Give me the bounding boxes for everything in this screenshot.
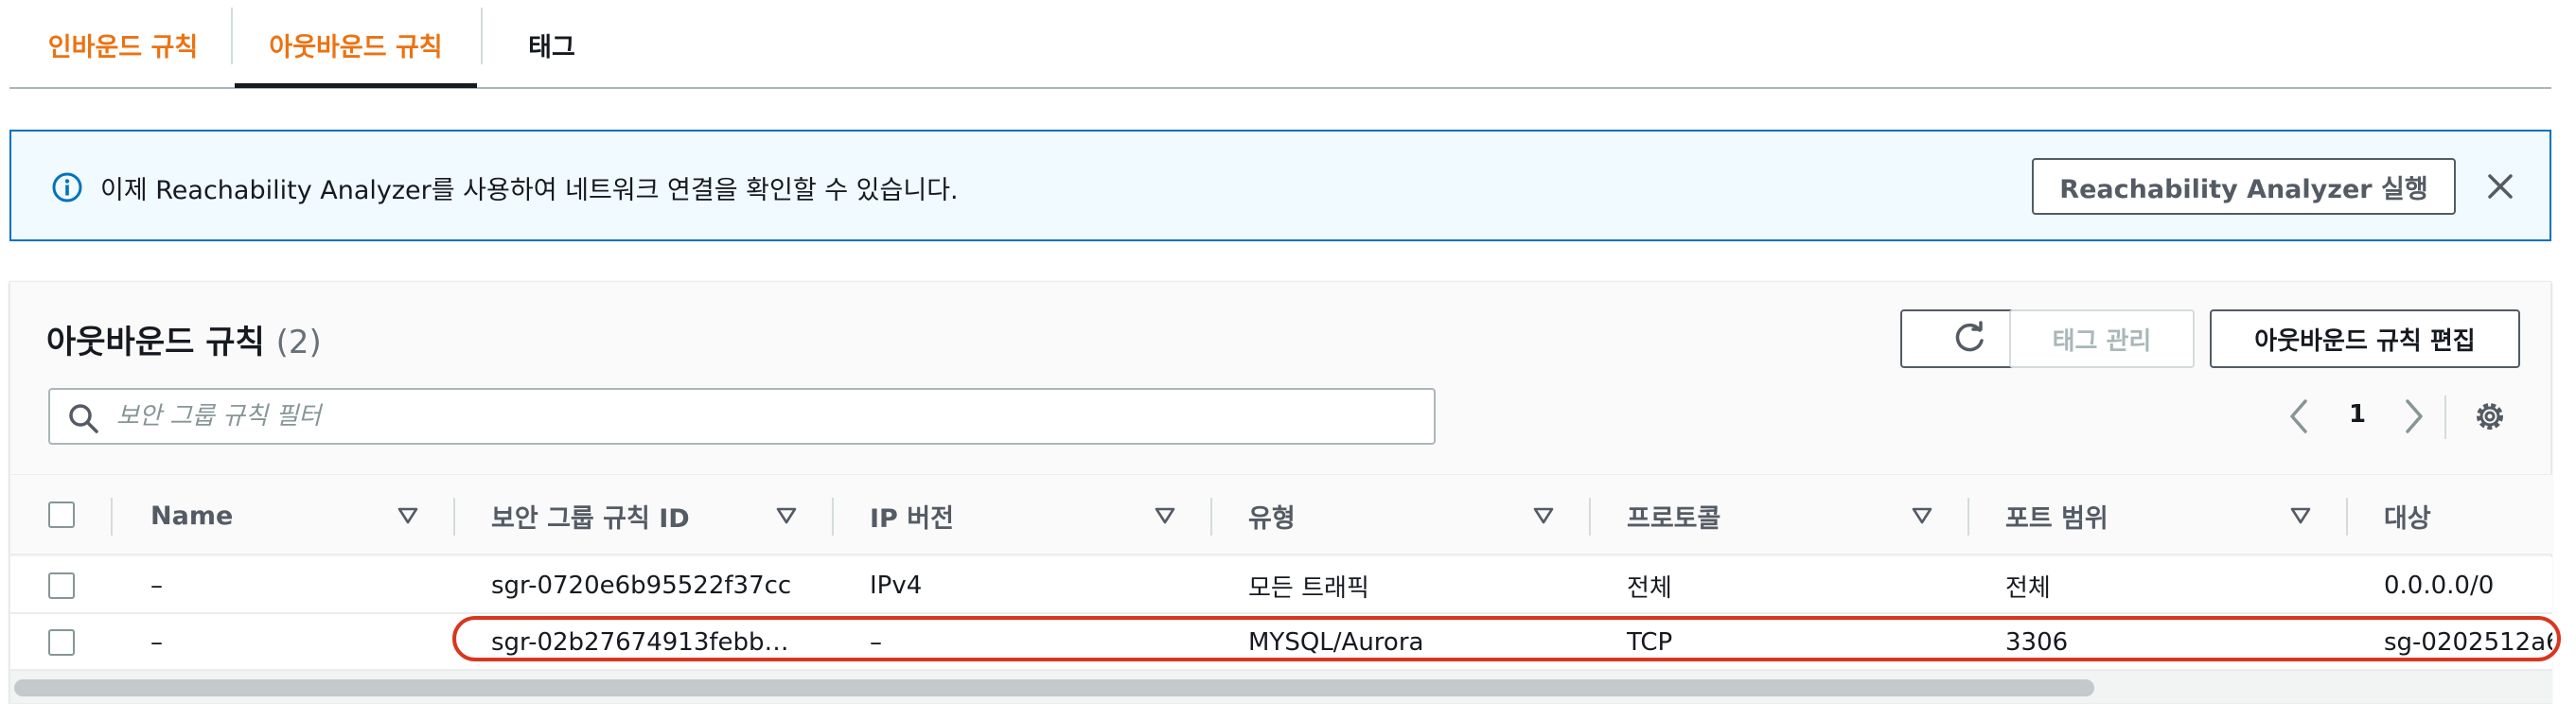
sort-icon[interactable]: [1911, 505, 1933, 526]
tab-divider: [481, 8, 483, 64]
sort-icon[interactable]: [2289, 505, 2312, 526]
refresh-icon: [1955, 321, 1984, 352]
info-icon: [51, 171, 83, 203]
column-header-protocol[interactable]: 프로토콜: [1627, 475, 1720, 556]
pager-divider: [2444, 396, 2446, 439]
cell-ip-version: IPv4: [870, 572, 923, 600]
cell-name: –: [150, 572, 163, 600]
banner-message: 이제 Reachability Analyzer를 사용하여 네트워크 연결을 …: [100, 176, 959, 205]
current-page-number[interactable]: 1: [2343, 400, 2372, 429]
tab-outbound-rules[interactable]: 아웃바운드 규칙: [235, 0, 477, 89]
column-header-ip-version[interactable]: IP 버전: [870, 475, 954, 556]
cell-protocol: TCP: [1627, 628, 1673, 657]
cell-type: 모든 트래픽: [1248, 573, 1369, 603]
cell-ip-version: –: [870, 628, 882, 657]
chevron-right-icon[interactable]: [2400, 396, 2428, 437]
table-row[interactable]: – sgr-0720e6b95522f37cc IPv4 모든 트래픽 전체 전…: [10, 557, 2552, 614]
column-divider: [1589, 498, 1591, 536]
outbound-rules-panel: 아웃바운드 규칙 (2) 태그 관리 아웃바운드 규칙 편집 1: [9, 281, 2552, 704]
column-divider: [111, 498, 113, 536]
tab-bar: 인바운드 규칙 아웃바운드 규칙 태그: [9, 0, 2551, 89]
column-divider: [453, 498, 455, 536]
scrollbar-thumb[interactable]: [14, 679, 2094, 696]
column-header-rule-id[interactable]: 보안 그룹 규칙 ID: [491, 475, 690, 556]
manage-tags-button[interactable]: 태그 관리: [2009, 309, 2195, 368]
cell-port-range: 전체: [2005, 573, 2051, 603]
table-row[interactable]: – sgr-02b27674913febb… – MYSQL/Aurora TC…: [10, 614, 2552, 671]
cell-destination: 0.0.0.0/0: [2384, 572, 2495, 600]
column-header-name[interactable]: Name: [150, 475, 233, 556]
sort-icon[interactable]: [397, 505, 419, 526]
column-divider: [1210, 498, 1212, 536]
tab-inbound-rules[interactable]: 인바운드 규칙: [38, 0, 208, 89]
column-header-port-range[interactable]: 포트 범위: [2005, 475, 2108, 556]
horizontal-scrollbar[interactable]: [10, 671, 2552, 703]
tab-tags[interactable]: 태그: [511, 0, 592, 89]
row-checkbox[interactable]: [48, 629, 75, 656]
chevron-left-icon[interactable]: [2285, 396, 2313, 437]
cell-protocol: 전체: [1627, 573, 1672, 603]
table-header: Name 보안 그룹 규칙 ID IP 버전 유형 프로토콜 포트 범위 대상: [10, 474, 2552, 555]
panel-title: 아웃바운드 규칙 (2): [46, 316, 322, 362]
active-tab-indicator: [235, 83, 477, 88]
gear-icon[interactable]: [2471, 397, 2509, 435]
cell-destination: sg-0202512a6: [2384, 628, 2552, 657]
select-all-checkbox[interactable]: [48, 502, 75, 528]
cell-type: MYSQL/Aurora: [1248, 628, 1424, 657]
column-divider: [1967, 498, 1969, 536]
run-reachability-analyzer-button[interactable]: Reachability Analyzer 실행: [2032, 158, 2456, 215]
cell-rule-id: sgr-02b27674913febb…: [491, 628, 789, 657]
cell-name: –: [150, 628, 163, 657]
sort-icon[interactable]: [1532, 505, 1555, 526]
tab-divider: [231, 8, 233, 64]
info-banner: 이제 Reachability Analyzer를 사용하여 네트워크 연결을 …: [9, 130, 2551, 241]
column-header-destination[interactable]: 대상: [2384, 475, 2431, 556]
search-box: [48, 388, 1436, 445]
search-input[interactable]: [116, 390, 1422, 443]
column-divider: [2346, 498, 2348, 536]
row-checkbox[interactable]: [48, 572, 75, 599]
column-header-type[interactable]: 유형: [1248, 475, 1296, 556]
close-icon[interactable]: [2479, 166, 2521, 207]
column-divider: [832, 498, 834, 536]
search-icon: [67, 402, 99, 434]
panel-title-text: 아웃바운드 규칙: [46, 324, 265, 361]
sort-icon[interactable]: [775, 505, 798, 526]
rule-count: (2): [275, 324, 322, 361]
cell-rule-id: sgr-0720e6b95522f37cc: [491, 572, 792, 600]
edit-outbound-rules-button[interactable]: 아웃바운드 규칙 편집: [2210, 309, 2520, 368]
sort-icon[interactable]: [1154, 505, 1176, 526]
cell-port-range: 3306: [2005, 628, 2069, 657]
